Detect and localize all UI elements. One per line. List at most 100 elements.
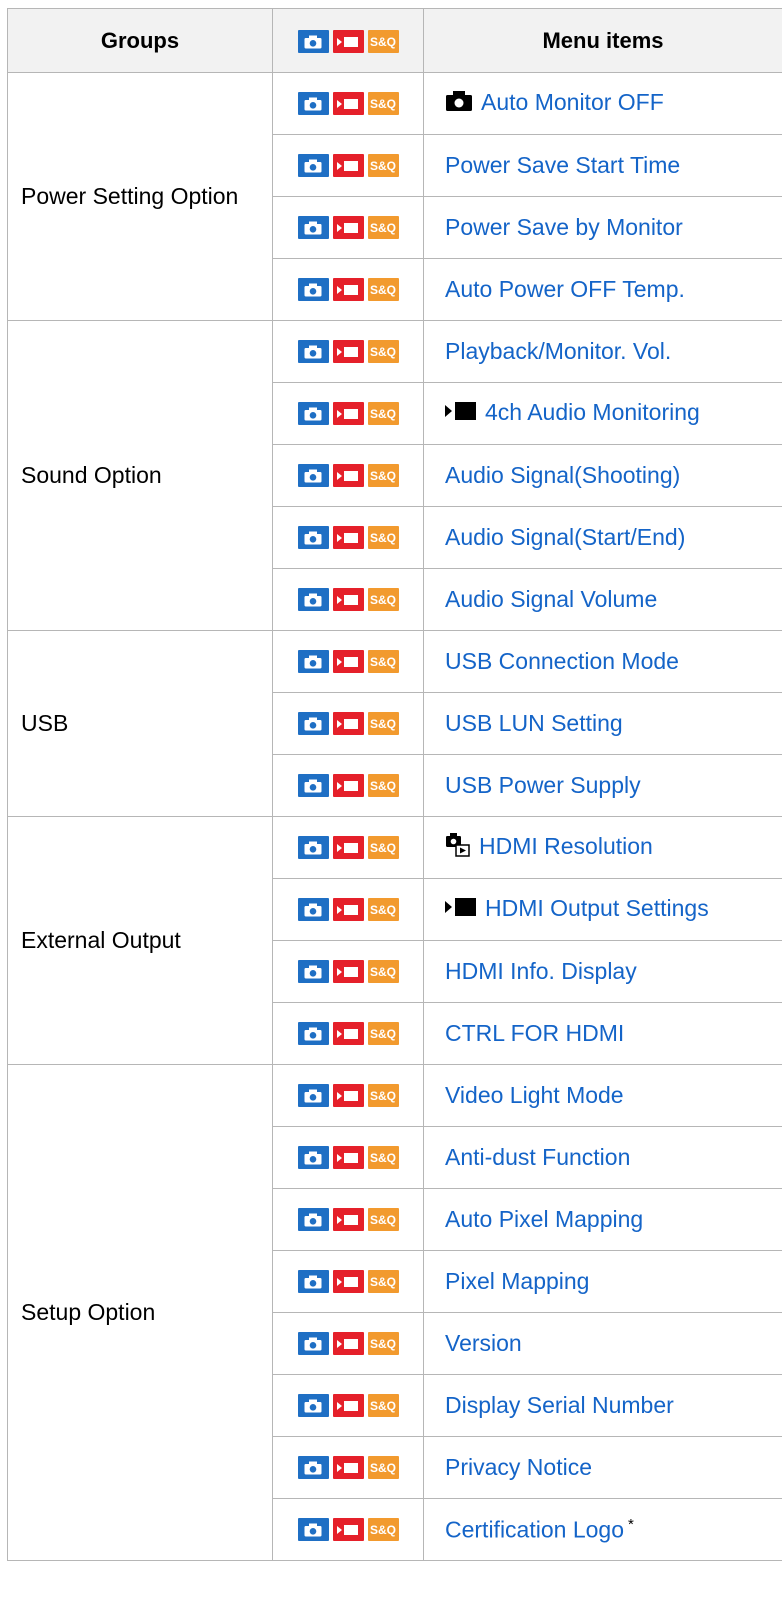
- sq-icon: S&Q: [367, 1332, 399, 1355]
- mode-icons-cell: S&Q: [272, 1250, 424, 1313]
- menu-item-link[interactable]: Anti-dust Function: [445, 1144, 630, 1170]
- sq-icon: S&Q: [367, 774, 399, 797]
- sq-icon: S&Q: [367, 898, 399, 921]
- sq-icon: S&Q: [367, 154, 399, 177]
- menu-item-cell: 4ch Audio Monitoring: [423, 382, 782, 445]
- header-icons: S&Q: [272, 8, 424, 73]
- mode-icons: S&Q: [297, 1270, 399, 1293]
- mode-icons: S&Q: [297, 650, 399, 673]
- menu-item-cell: Video Light Mode: [423, 1064, 782, 1127]
- camera-icon: [297, 1518, 329, 1541]
- movie-icon: [332, 526, 364, 549]
- mode-icons-cell: S&Q: [272, 258, 424, 321]
- menu-item-label: Display Serial Number: [445, 1392, 674, 1418]
- movie-icon: [332, 960, 364, 983]
- menu-item-label: HDMI Output Settings: [485, 895, 709, 922]
- sq-icon: S&Q: [367, 340, 399, 363]
- sq-icon: S&Q: [367, 402, 399, 425]
- menu-item-cell: Audio Signal Volume: [423, 568, 782, 631]
- mode-icons: S&Q: [297, 588, 399, 611]
- mode-icons: S&Q: [297, 526, 399, 549]
- mode-icons-cell: S&Q: [272, 1312, 424, 1375]
- mode-icons: S&Q: [297, 92, 399, 115]
- camera-icon: [297, 774, 329, 797]
- menu-item-link[interactable]: Auto Power OFF Temp.: [445, 276, 685, 302]
- movie-icon: [332, 1518, 364, 1541]
- menu-item-cell: Certification Logo *: [423, 1498, 782, 1561]
- menu-item-label: Audio Signal Volume: [445, 586, 658, 612]
- menu-item-link[interactable]: Pixel Mapping: [445, 1268, 589, 1294]
- movie-icon: [332, 464, 364, 487]
- camera-icon: [297, 1456, 329, 1479]
- menu-item-link[interactable]: Power Save by Monitor: [445, 214, 683, 240]
- header-groups: Groups: [7, 8, 273, 73]
- menu-item-link[interactable]: HDMI Output Settings: [445, 895, 709, 921]
- menu-item-label: Power Save by Monitor: [445, 214, 683, 240]
- menu-item-link[interactable]: Power Save Start Time: [445, 152, 680, 178]
- menu-table: Groups S&Q Menu items Power Setting Opti…: [7, 8, 782, 1561]
- menu-item-link[interactable]: USB Connection Mode: [445, 648, 679, 674]
- menu-item-cell: Auto Power OFF Temp.: [423, 258, 782, 321]
- mode-icons-cell: S&Q: [272, 320, 424, 383]
- menu-item-cell: Playback/Monitor. Vol.: [423, 320, 782, 383]
- movie-icon: [332, 278, 364, 301]
- menu-item-link[interactable]: USB LUN Setting: [445, 710, 623, 736]
- sq-icon: S&Q: [367, 1270, 399, 1293]
- menu-item-link[interactable]: Playback/Monitor. Vol.: [445, 338, 671, 364]
- sq-icon: S&Q: [367, 464, 399, 487]
- menu-item-label: Anti-dust Function: [445, 1144, 631, 1170]
- mode-icons-cell: S&Q: [272, 1126, 424, 1189]
- menu-item-link[interactable]: Privacy Notice: [445, 1454, 592, 1480]
- camera-icon: [297, 836, 329, 859]
- menu-item-link[interactable]: Audio Signal Volume: [445, 586, 657, 612]
- sq-icon: S&Q: [367, 1394, 399, 1417]
- menu-item-cell: Power Save Start Time: [423, 134, 782, 197]
- menu-item-link[interactable]: Audio Signal(Shooting): [445, 462, 680, 488]
- menu-item-link[interactable]: Display Serial Number: [445, 1392, 674, 1418]
- mode-icons: S&Q: [297, 1208, 399, 1231]
- menu-item-label: USB Power Supply: [445, 772, 641, 798]
- sq-icon: S&Q: [367, 1022, 399, 1045]
- menu-item-link[interactable]: 4ch Audio Monitoring: [445, 399, 700, 425]
- menu-item-link[interactable]: USB Power Supply: [445, 772, 641, 798]
- mode-icons: S&Q: [297, 1394, 399, 1417]
- camera-icon: [297, 1332, 329, 1355]
- group-name: Sound Option: [7, 320, 273, 631]
- mode-icons: S&Q: [297, 898, 399, 921]
- sq-icon: S&Q: [367, 216, 399, 239]
- group-name: External Output: [7, 816, 273, 1065]
- menu-item-link[interactable]: Auto Pixel Mapping: [445, 1206, 643, 1232]
- sq-icon: S&Q: [367, 960, 399, 983]
- sq-icon: S&Q: [367, 650, 399, 673]
- menu-item-link[interactable]: HDMI Resolution: [445, 832, 653, 859]
- camera-icon: [297, 650, 329, 673]
- movie-mode-icon: [445, 896, 477, 924]
- sq-icon: S&Q: [367, 1518, 399, 1541]
- camera-icon: [297, 1084, 329, 1107]
- mode-icons-cell: S&Q: [272, 134, 424, 197]
- menu-item-link[interactable]: Certification Logo: [445, 1516, 624, 1542]
- menu-item-label: Audio Signal(Shooting): [445, 462, 681, 488]
- mode-icons: S&Q: [297, 1146, 399, 1169]
- menu-item-label: Certification Logo: [445, 1516, 624, 1543]
- mode-icons-cell: S&Q: [272, 816, 424, 879]
- mode-icons: S&Q: [297, 1456, 399, 1479]
- menu-item-link[interactable]: CTRL FOR HDMI: [445, 1020, 624, 1046]
- menu-item-link[interactable]: Audio Signal(Start/End): [445, 524, 685, 550]
- menu-item-link[interactable]: HDMI Info. Display: [445, 958, 637, 984]
- menu-item-cell: Anti-dust Function: [423, 1126, 782, 1189]
- sq-icon: S&Q: [367, 1146, 399, 1169]
- camera-icon: [297, 1208, 329, 1231]
- mode-icons: S&Q: [297, 340, 399, 363]
- movie-icon: [332, 1394, 364, 1417]
- menu-item-link[interactable]: Video Light Mode: [445, 1082, 624, 1108]
- mode-icons-cell: S&Q: [272, 196, 424, 259]
- menu-item-link[interactable]: Auto Monitor OFF: [445, 89, 664, 115]
- menu-item-cell: HDMI Resolution: [423, 816, 782, 879]
- menu-item-link[interactable]: Version: [445, 1330, 522, 1356]
- menu-table-body: Power Setting Option S&Q Auto Monitor OFF S…: [7, 72, 782, 1561]
- menu-item-label: CTRL FOR HDMI: [445, 1020, 625, 1046]
- mode-icons: S&Q: [297, 278, 399, 301]
- group-name: Setup Option: [7, 1064, 273, 1561]
- menu-item-cell: Power Save by Monitor: [423, 196, 782, 259]
